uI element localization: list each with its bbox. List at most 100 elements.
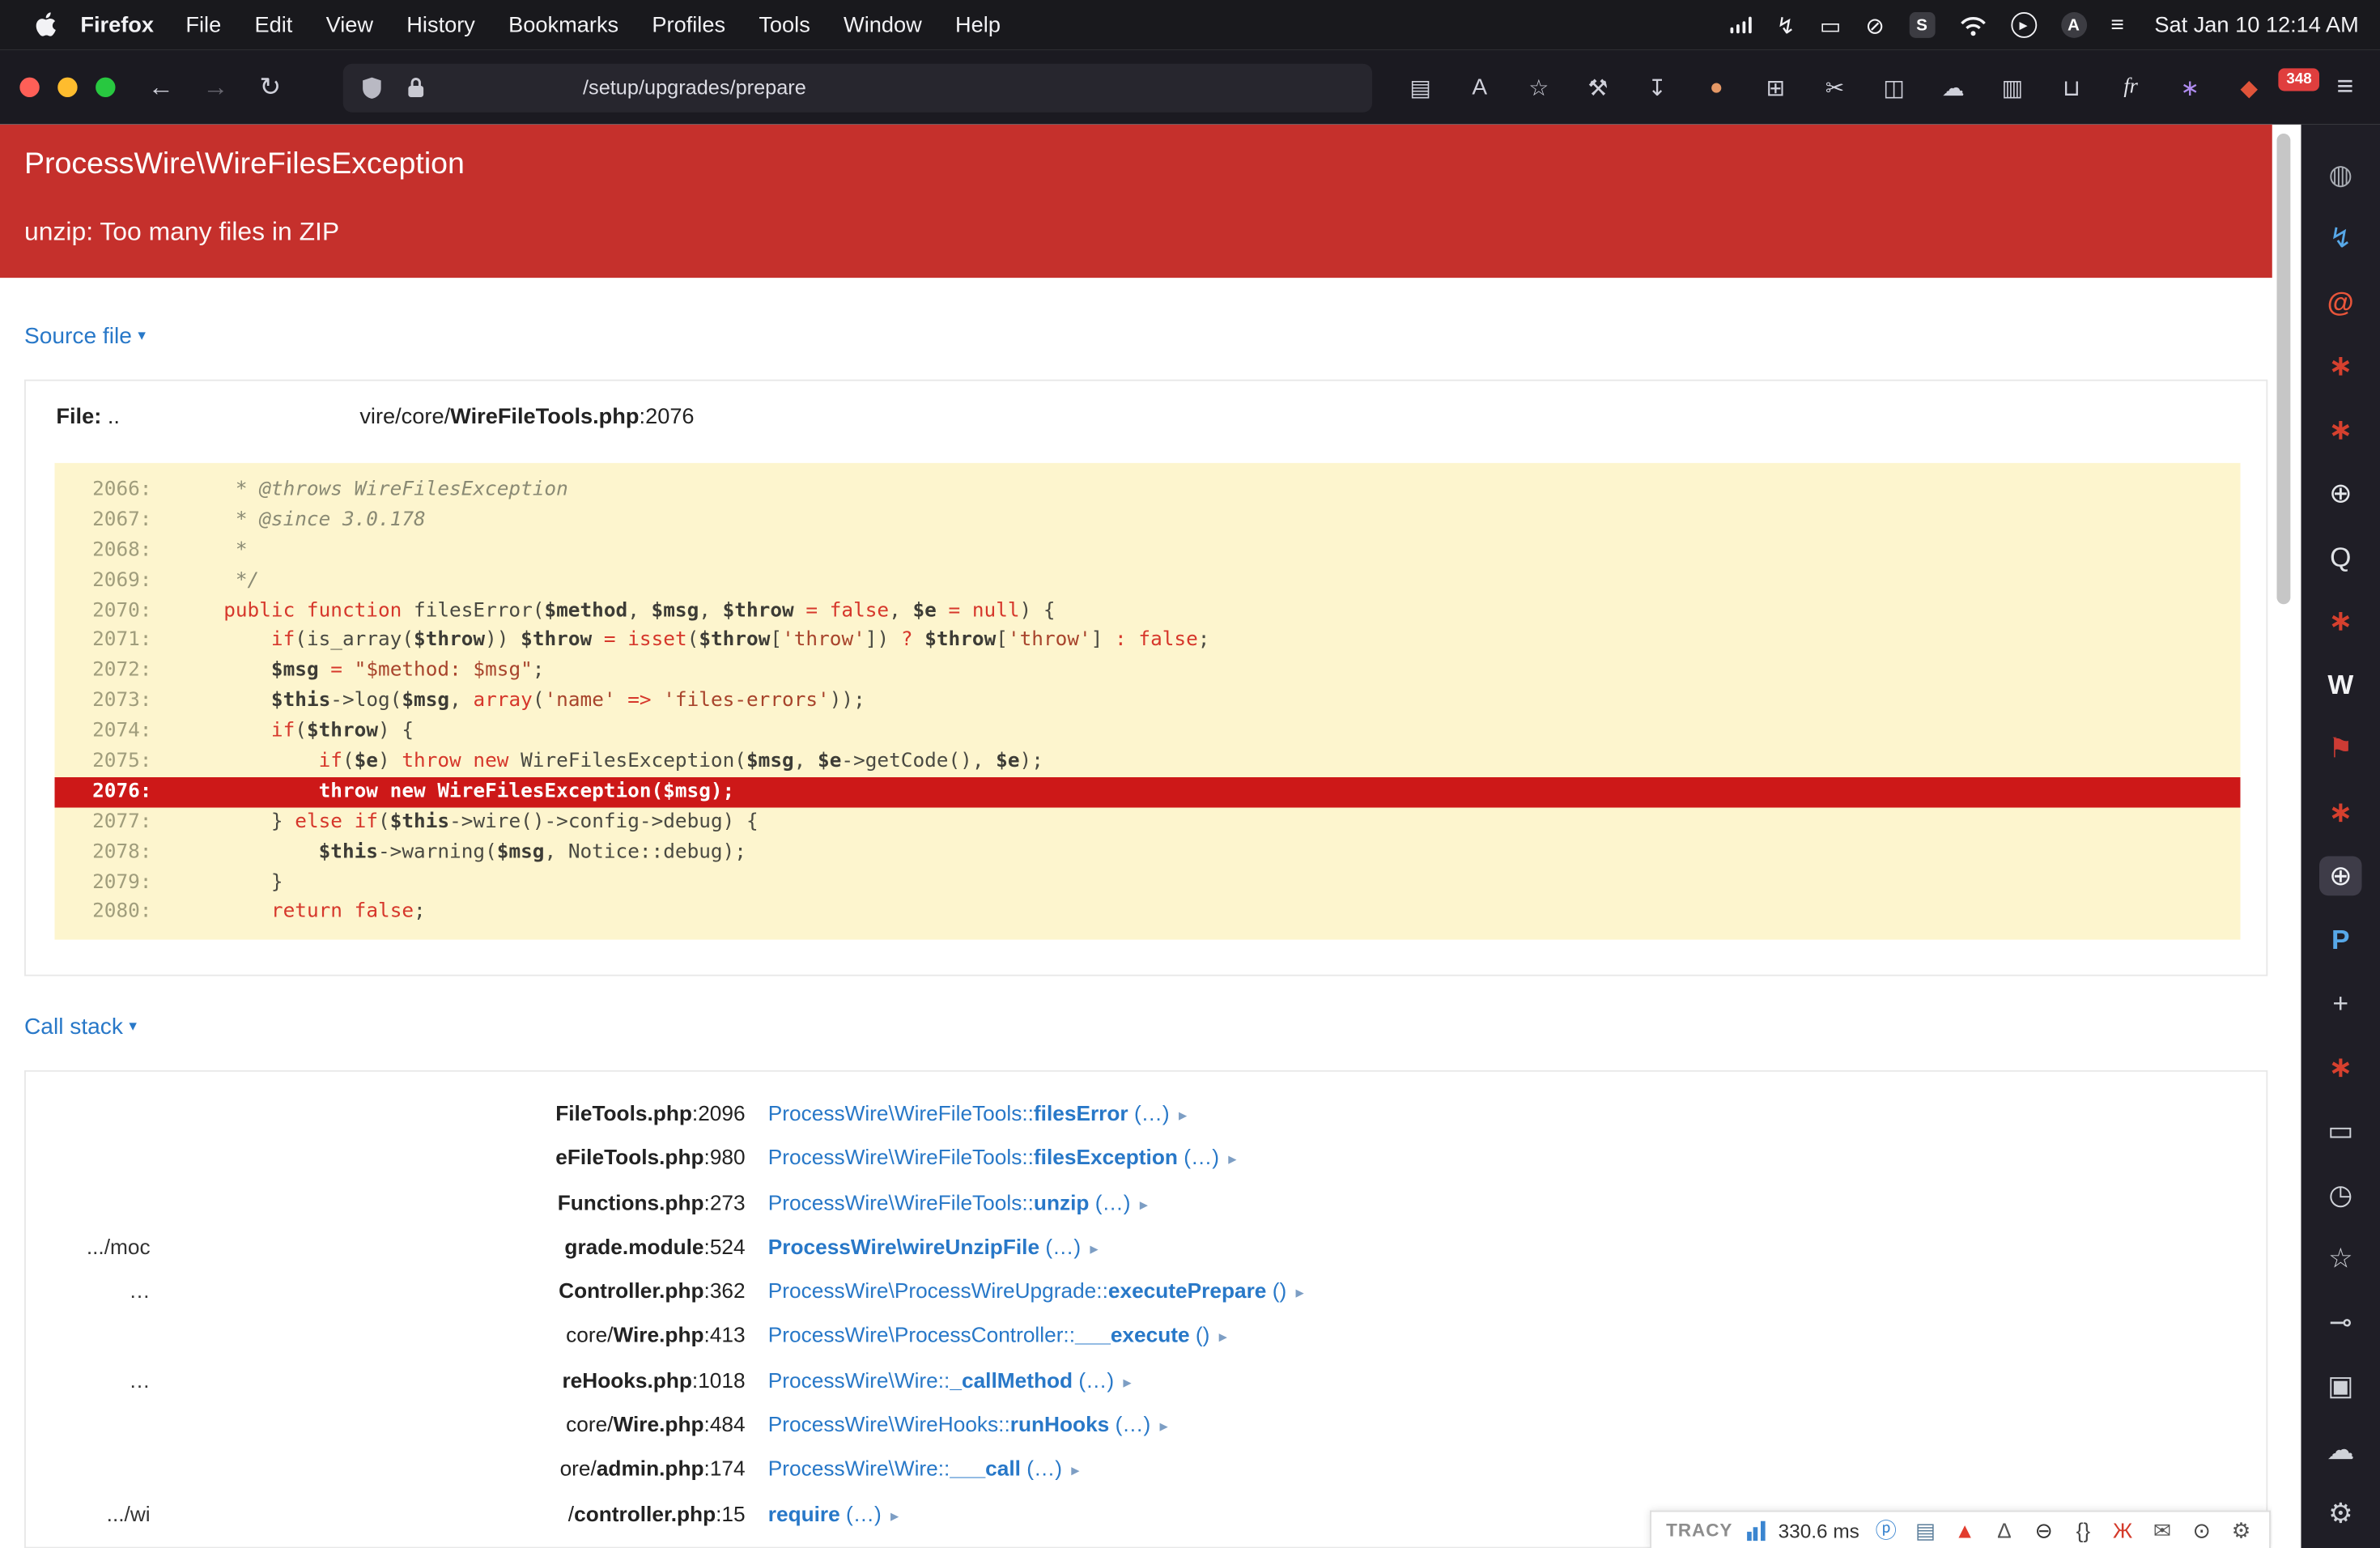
stack-frame-link[interactable]: ProcessWire\WireFileTools::unzip (…) ▸ — [768, 1180, 1148, 1228]
downloads-icon[interactable]: ↧ — [1628, 74, 1687, 101]
window-minimize-button[interactable] — [57, 77, 78, 97]
menu-edit[interactable]: Edit — [238, 13, 309, 37]
app-badge-a-icon[interactable]: A — [2060, 12, 2087, 38]
expand-arrow-icon[interactable]: ▸ — [1295, 1285, 1303, 1303]
tracy-bug-icon[interactable]: Ж — [2110, 1520, 2136, 1541]
tab-favicon-asterisk-5[interactable]: ∗ — [2319, 1048, 2362, 1087]
tab-favicon-globe-1[interactable]: ⊕ — [2319, 474, 2362, 513]
tracking-protection-shield-icon[interactable] — [361, 75, 382, 100]
expand-arrow-icon[interactable]: ▸ — [1179, 1107, 1187, 1125]
source-file-toggle[interactable]: Source file ▾ — [24, 323, 146, 349]
expand-arrow-icon[interactable]: ▸ — [1140, 1196, 1148, 1214]
tools-wrench-icon[interactable]: ⚒ — [1568, 74, 1627, 101]
sidebar-screen-icon[interactable]: ▭ — [2319, 1112, 2362, 1151]
display-mirroring-icon[interactable]: ▭ — [1820, 11, 1842, 39]
app-badge-s-icon[interactable]: S — [1909, 12, 1935, 38]
tab-favicon-globe-active[interactable]: ⊕ — [2319, 856, 2362, 896]
reload-icon[interactable]: ↻ — [243, 72, 298, 103]
stack-frame-link[interactable]: ProcessWire\WireHooks::runHooks (…) ▸ — [768, 1403, 1168, 1451]
tab-favicon-processwire[interactable]: P — [2319, 920, 2362, 959]
tracy-braces-icon[interactable]: {} — [2071, 1520, 2097, 1541]
url-bar[interactable]: /setup/upgrades/prepare — [342, 62, 1372, 112]
menu-view[interactable]: View — [309, 13, 390, 37]
tracy-chart-icon[interactable] — [1746, 1520, 1765, 1541]
stack-frame-link[interactable]: ProcessWire\Wire::___call (…) ▸ — [768, 1448, 1080, 1495]
stack-frame-link[interactable]: ProcessWire\wireUnzipFile (…) ▸ — [768, 1225, 1099, 1273]
file-path-name[interactable]: WireFileTools.php — [450, 406, 639, 430]
expand-arrow-icon[interactable]: ▸ — [1071, 1462, 1079, 1481]
adblock-shield-icon[interactable]: ◆ — [2220, 74, 2279, 101]
menu-bar-clock[interactable]: Sat Jan 10 12:14 AM — [2154, 13, 2358, 37]
window-zoom-button[interactable] — [96, 77, 116, 97]
account-avatar-icon[interactable]: ● — [1687, 74, 1746, 100]
hamburger-menu-icon[interactable]: ≡ — [2323, 70, 2368, 104]
fr-extension-icon[interactable]: fr — [2102, 75, 2161, 100]
translate-icon[interactable]: A — [1450, 74, 1509, 100]
tracy-ban-icon[interactable]: ⊖ — [2031, 1520, 2057, 1541]
menu-profiles[interactable]: Profiles — [635, 13, 742, 37]
power-flash-icon[interactable]: ↯ — [1776, 11, 1796, 39]
menu-bookmarks[interactable]: Bookmarks — [492, 13, 635, 37]
tracy-rocket-icon[interactable]: ▲ — [1952, 1520, 1978, 1541]
extension-count-badge[interactable]: 348 — [2278, 68, 2319, 91]
library-icon[interactable]: ⊔ — [2042, 74, 2101, 101]
stack-frame-link[interactable]: ProcessWire\ProcessWireUpgrade::executeP… — [768, 1269, 1304, 1317]
stack-frame-link[interactable]: ProcessWire\WireFileTools::filesError (…… — [768, 1091, 1188, 1139]
sidebar-devices-icon[interactable]: ▣ — [2319, 1367, 2362, 1406]
tab-favicon-circle[interactable]: Q — [2319, 538, 2362, 577]
stack-frame-link[interactable]: require (…) ▸ — [768, 1492, 899, 1540]
tab-favicon-asterisk-1[interactable]: ∗ — [2319, 347, 2362, 386]
tab-favicon-asterisk-3[interactable]: ∗ — [2319, 602, 2362, 641]
tab-favicon-flash[interactable]: ↯ — [2319, 219, 2362, 258]
menu-history[interactable]: History — [390, 13, 492, 37]
tracy-time[interactable]: 330.6 ms — [1779, 1519, 1859, 1542]
lock-icon[interactable] — [407, 76, 426, 99]
sidebar-sync-cloud-icon[interactable]: ☁ — [2319, 1430, 2362, 1469]
tracy-mail-icon[interactable]: ✉ — [2149, 1520, 2175, 1541]
cellular-signal-icon[interactable] — [1730, 16, 1753, 34]
sidebar-new-tab-icon[interactable]: + — [2319, 984, 2362, 1023]
play-status-icon[interactable]: ▶ — [2010, 12, 2037, 38]
window-close-button[interactable] — [19, 77, 40, 97]
tracy-info-icon[interactable]: ⓟ — [1873, 1520, 1899, 1541]
menu-list-icon[interactable]: ≡ — [2110, 12, 2123, 38]
tracy-bell-icon[interactable]: ∆ — [1991, 1520, 2017, 1541]
sidebar-passwords-icon[interactable]: ⊸ — [2319, 1303, 2362, 1342]
menu-window[interactable]: Window — [827, 13, 938, 37]
sidebar-bookmarks-icon[interactable]: ☆ — [2319, 1239, 2362, 1278]
tracy-logo[interactable]: TRACY — [1666, 1520, 1732, 1541]
expand-arrow-icon[interactable]: ▸ — [1219, 1329, 1227, 1348]
tab-favicon-asterisk-2[interactable]: ∗ — [2319, 410, 2362, 449]
extensions-puzzle-icon[interactable]: ⊞ — [1746, 74, 1805, 101]
back-icon[interactable]: ← — [134, 72, 189, 103]
cloud-icon[interactable]: ☁ — [1923, 74, 1983, 101]
stack-frame-link[interactable]: ProcessWire\WireFileTools::filesExceptio… — [768, 1136, 1237, 1184]
tab-favicon-wikipedia[interactable]: W — [2319, 665, 2362, 704]
menu-file[interactable]: File — [169, 13, 238, 37]
sidebar-history-icon[interactable]: ◷ — [2319, 1175, 2362, 1214]
expand-arrow-icon[interactable]: ▸ — [1090, 1240, 1098, 1259]
call-stack-toggle[interactable]: Call stack ▾ — [24, 1014, 137, 1040]
bookmark-star-icon[interactable]: ☆ — [1509, 74, 1568, 101]
pocket-icon[interactable]: ▥ — [1983, 74, 2042, 101]
tracy-gear-icon[interactable]: ⚙ — [2229, 1520, 2255, 1541]
menu-help[interactable]: Help — [938, 13, 1017, 37]
url-text[interactable]: /setup/upgrades/prepare — [583, 76, 806, 99]
sidebar-settings-icon[interactable]: ⚙ — [2319, 1494, 2362, 1533]
expand-arrow-icon[interactable]: ▸ — [1228, 1151, 1236, 1170]
sidebar-toggle-icon[interactable]: ◫ — [1864, 74, 1923, 101]
stack-frame-link[interactable]: ProcessWire\ProcessController::___execut… — [768, 1314, 1227, 1362]
apple-menu-icon[interactable] — [33, 12, 56, 38]
expand-arrow-icon[interactable]: ▸ — [1123, 1373, 1131, 1392]
tab-favicon-asterisk-4[interactable]: ∗ — [2319, 793, 2362, 832]
expand-arrow-icon[interactable]: ▸ — [890, 1507, 899, 1525]
forward-icon[interactable]: → — [189, 72, 244, 103]
tab-favicon-swirl[interactable]: @ — [2319, 283, 2362, 322]
reader-view-icon[interactable]: ▤ — [1391, 74, 1450, 101]
menu-tools[interactable]: Tools — [742, 13, 827, 37]
mute-icon[interactable]: ⊘ — [1865, 11, 1885, 39]
expand-arrow-icon[interactable]: ▸ — [1160, 1418, 1168, 1436]
vertical-scrollbar-thumb[interactable] — [2276, 134, 2291, 605]
active-app-name[interactable]: Firefox — [80, 13, 154, 37]
tracy-dumps-icon[interactable]: ▤ — [1913, 1520, 1939, 1541]
